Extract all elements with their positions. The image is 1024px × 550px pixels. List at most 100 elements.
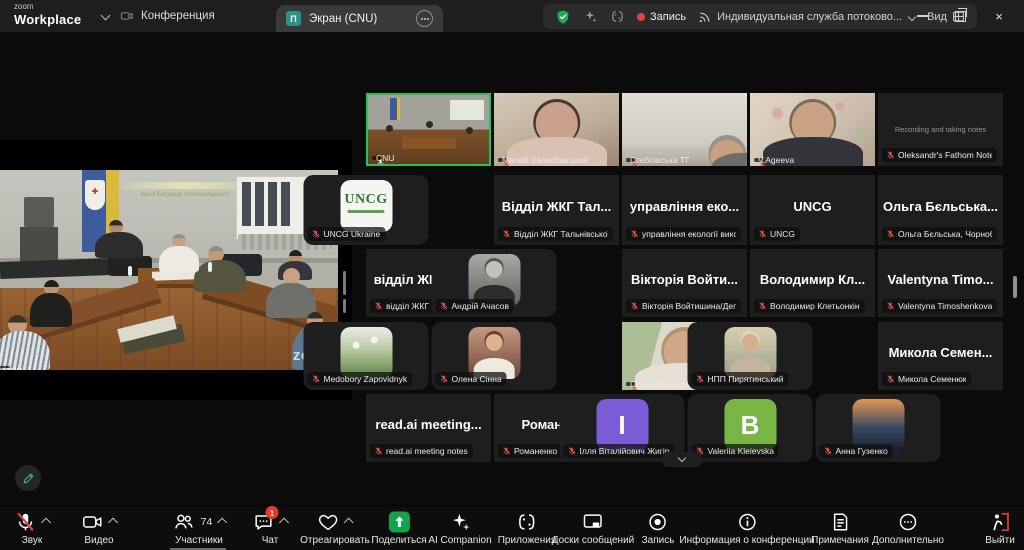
- participant-tile-1[interactable]: CNU: [366, 93, 491, 166]
- participant-name: read.ai meeting...: [366, 417, 491, 432]
- participant-name-text: Стеблівська ТГ: [630, 155, 690, 165]
- minimize-button[interactable]: [910, 6, 934, 26]
- participant-name-text: Володимир Клетьонкін: [770, 301, 860, 311]
- participant-tile-3[interactable]: Стеблівська ТГ: [622, 93, 747, 166]
- apps-icon[interactable]: [610, 9, 625, 24]
- toolbar-whiteboards-button[interactable]: Доски сообщений: [552, 510, 635, 546]
- participant-tile-13[interactable]: Вікторія Войти...Вікторія Войтишина/Депа…: [622, 249, 747, 317]
- toolbar-leave-button[interactable]: Выйти: [985, 510, 1015, 546]
- participant-tile-21[interactable]: read.ai meeting...read.ai meeting notes: [366, 394, 491, 462]
- participant-tile-8[interactable]: управління еко...управління екології вик…: [622, 175, 747, 245]
- close-button[interactable]: ×: [987, 6, 1011, 26]
- participant-tile-25[interactable]: Анна Гузенко: [816, 394, 941, 462]
- participant-tile-24[interactable]: BValeriia Kleievska: [688, 394, 813, 462]
- toolbar-reactions-button[interactable]: Отреагировать: [300, 510, 370, 546]
- participant-name-text: Романенко: [514, 446, 557, 456]
- meeting-info-icon: [736, 511, 758, 533]
- participants-options-chevron[interactable]: [217, 517, 227, 527]
- participant-tile-10[interactable]: Ольга Бєльська...Ольга Бєльська, Чорноби…: [878, 175, 1003, 245]
- toolbar-audio-label: Звук: [22, 535, 43, 546]
- gallery-scrollbar[interactable]: [1013, 276, 1017, 298]
- participant-tile-19[interactable]: НПП Пирятинський: [688, 322, 813, 390]
- video-options-chevron[interactable]: [108, 517, 118, 527]
- toolbar-share-screen-button[interactable]: Поделиться: [371, 510, 426, 546]
- tab-screen-share[interactable]: П Экран (CNU): [276, 5, 443, 32]
- toolbar-whiteboards-label: Доски сообщений: [552, 535, 635, 546]
- water-bottle: [128, 266, 132, 276]
- meeting-camera-icon: [120, 9, 134, 23]
- mic-muted-icon: [502, 446, 511, 456]
- security-shield-icon[interactable]: [555, 9, 571, 25]
- chat-options-chevron[interactable]: [279, 517, 289, 527]
- participant-tile-7[interactable]: Відділ ЖКГ Тал...Відділ ЖКГ Тальнівської…: [494, 175, 619, 245]
- toolbar-ai-companion-button[interactable]: AI Companion: [428, 510, 491, 546]
- ai-sparkle-icon[interactable]: [583, 9, 598, 24]
- participant-tile-16[interactable]: Medobory Zapovidnyk: [304, 322, 429, 390]
- wall-sign: імені Богдана Хмельницького: [122, 182, 248, 198]
- mic-muted-icon: [886, 301, 895, 311]
- recording-indicator[interactable]: Запись: [637, 11, 686, 23]
- participant-name-label: Олена Мірошниченко: [626, 382, 635, 386]
- annotation-button[interactable]: [15, 465, 41, 491]
- participant-name: Valentyna Timo...: [878, 272, 1003, 287]
- participant-tile-5[interactable]: Recording and taking notesOleksandr's Fa…: [878, 93, 1003, 166]
- pane-resize-handle[interactable]: [343, 271, 347, 317]
- toolbar-record-button[interactable]: Запись: [642, 510, 675, 546]
- toolbar-meeting-info-button[interactable]: Информация о конференции: [679, 510, 814, 546]
- participant-tile-15[interactable]: Valentyna Timo...Valentyna Timoshenkova: [878, 249, 1003, 317]
- meeting-toolbar: Звук Видео 74Участники 1Чат ОтреагироватьПод…: [0, 505, 1024, 550]
- mic-muted-icon: [440, 301, 449, 311]
- toolbar-participants-button[interactable]: 74Участники: [173, 510, 226, 546]
- participant-name: Вікторія Войти...: [622, 272, 747, 287]
- uncg-logo: UNCG: [340, 192, 392, 208]
- tab-options-icon[interactable]: [416, 10, 433, 27]
- participant-name-label: UNCG Ukraine: [308, 227, 386, 241]
- participant-tile-14[interactable]: Володимир Кл...Володимир Клетьонкін: [750, 249, 875, 317]
- person-silhouette: [157, 234, 201, 274]
- audio-options-chevron[interactable]: [41, 517, 51, 527]
- toolbar-more-label: Дополнительно: [872, 535, 944, 546]
- participant-name-label: Oleksandr's Fathom Notetak...: [882, 148, 997, 162]
- toolbar-notes-button[interactable]: Примечания: [811, 510, 869, 546]
- participant-name-text: V.Ageeva: [758, 155, 794, 165]
- participants-icon: [173, 511, 195, 533]
- participant-tile-17[interactable]: Олена Сінна: [432, 322, 557, 390]
- shared-screen-frame: імені Богдана Хмельницького CNU zo: [0, 140, 352, 400]
- toolbar-video-button[interactable]: Видео: [82, 510, 117, 546]
- toolbar-more-button[interactable]: Дополнительно: [872, 510, 944, 546]
- pencil-icon: [22, 472, 35, 485]
- university-emblem: [85, 180, 105, 210]
- leave-icon: [989, 511, 1011, 533]
- chat-unread-badge: 1: [266, 506, 279, 519]
- participant-name-text: Відділ ЖКГ Тальнівської міс...: [514, 229, 608, 239]
- tab-meeting-label: Конференция: [141, 10, 215, 22]
- toolbar-participants-label: Участники: [175, 535, 223, 546]
- chevron-down-icon[interactable]: [101, 11, 111, 21]
- zoom-workplace-menu[interactable]: zoom Workplace: [14, 3, 81, 26]
- restore-button[interactable]: [948, 6, 972, 26]
- participant-tile-12[interactable]: Андрій Ачасов: [432, 249, 557, 317]
- toolbar-apps-button[interactable]: Приложения: [498, 510, 557, 546]
- participant-tile-20[interactable]: Микола Семен...Микола Семенюк: [878, 322, 1003, 390]
- avatar: UNCG: [340, 180, 392, 232]
- participant-name-label: Микола Семенюк: [882, 372, 971, 386]
- toolbar-audio-button[interactable]: Звук: [15, 510, 50, 546]
- toolbar-chat-button[interactable]: 1Чат: [253, 510, 288, 546]
- brand-zoom-text: zoom: [14, 3, 81, 11]
- participant-name-text: Матвій Залюбовський: [502, 155, 588, 165]
- mic-muted-icon: [758, 229, 767, 239]
- tab-meeting[interactable]: Конференция: [110, 0, 225, 32]
- participant-tile-9[interactable]: UNCGUNCG: [750, 175, 875, 245]
- participant-name-label: Стеблівська ТГ: [626, 158, 635, 162]
- reactions-options-chevron[interactable]: [344, 517, 354, 527]
- live-stream-selector[interactable]: Индивидуальная служба потоково...: [698, 10, 915, 24]
- mic-muted-icon: [886, 374, 895, 384]
- participant-tile-6[interactable]: UNCG UNCG Ukraine: [304, 175, 429, 245]
- participant-tile-4[interactable]: V.Ageeva: [750, 93, 875, 166]
- gallery-scroll-down-button[interactable]: [663, 452, 701, 467]
- record-icon: [647, 511, 669, 533]
- window-titlebar: zoom Workplace Конференция П Экран (CNU): [0, 0, 1024, 32]
- toolbar-reactions-label: Отреагировать: [300, 535, 370, 546]
- participant-tile-2[interactable]: Матвій Залюбовський: [494, 93, 619, 166]
- projector-content: [242, 182, 294, 226]
